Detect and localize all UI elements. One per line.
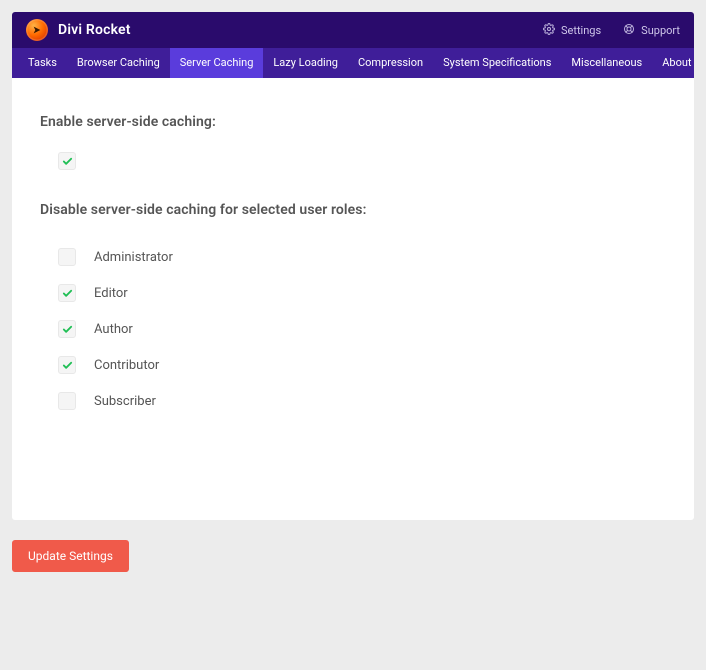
role-row-subscriber: Subscriber bbox=[58, 392, 666, 410]
tab-bar: Tasks Browser Caching Server Caching Laz… bbox=[12, 48, 694, 78]
support-link[interactable]: Support bbox=[623, 23, 680, 38]
role-label-contributor: Contributor bbox=[94, 358, 159, 373]
brand: Divi Rocket bbox=[26, 19, 131, 41]
settings-link-label: Settings bbox=[561, 24, 601, 37]
role-row-administrator: Administrator bbox=[58, 248, 666, 266]
role-label-subscriber: Subscriber bbox=[94, 394, 156, 409]
role-checkbox-editor[interactable] bbox=[58, 284, 76, 302]
tab-lazy-loading[interactable]: Lazy Loading bbox=[263, 48, 348, 78]
logo-icon bbox=[26, 19, 48, 41]
settings-link[interactable]: Settings bbox=[543, 23, 601, 38]
role-checkbox-contributor[interactable] bbox=[58, 356, 76, 374]
update-settings-button[interactable]: Update Settings bbox=[12, 540, 129, 572]
role-row-author: Author bbox=[58, 320, 666, 338]
role-label-author: Author bbox=[94, 322, 133, 337]
tab-server-caching[interactable]: Server Caching bbox=[170, 48, 264, 78]
footer: Update Settings bbox=[12, 534, 694, 602]
tab-system-specifications[interactable]: System Specifications bbox=[433, 48, 561, 78]
app-header: Divi Rocket Settings Support bbox=[12, 12, 694, 48]
role-row-editor: Editor bbox=[58, 284, 666, 302]
content-area: Enable server-side caching: Disable serv… bbox=[12, 78, 694, 520]
tab-miscellaneous[interactable]: Miscellaneous bbox=[561, 48, 652, 78]
lifebuoy-icon bbox=[623, 23, 635, 38]
enable-caching-checkbox[interactable] bbox=[58, 152, 76, 170]
enable-caching-heading: Enable server-side caching: bbox=[40, 114, 666, 130]
tab-browser-caching[interactable]: Browser Caching bbox=[67, 48, 170, 78]
tab-tasks[interactable]: Tasks bbox=[18, 48, 67, 78]
brand-title: Divi Rocket bbox=[58, 22, 131, 38]
disable-roles-heading: Disable server-side caching for selected… bbox=[40, 202, 666, 218]
role-row-contributor: Contributor bbox=[58, 356, 666, 374]
role-label-editor: Editor bbox=[94, 286, 128, 301]
tab-compression[interactable]: Compression bbox=[348, 48, 433, 78]
gear-icon bbox=[543, 23, 555, 38]
settings-card: Divi Rocket Settings Support Tasks bbox=[12, 12, 694, 520]
role-checkbox-author[interactable] bbox=[58, 320, 76, 338]
role-checkbox-administrator[interactable] bbox=[58, 248, 76, 266]
support-link-label: Support bbox=[641, 24, 680, 37]
role-label-administrator: Administrator bbox=[94, 250, 173, 265]
role-checkbox-subscriber[interactable] bbox=[58, 392, 76, 410]
tab-about-license[interactable]: About & License Key bbox=[652, 48, 694, 78]
header-actions: Settings Support bbox=[543, 23, 680, 38]
